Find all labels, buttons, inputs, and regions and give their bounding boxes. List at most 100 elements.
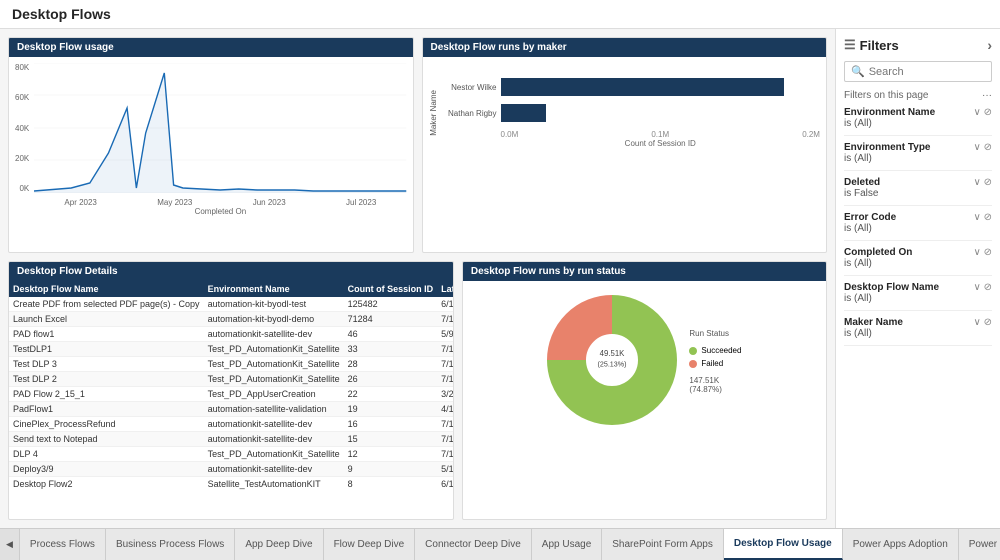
- search-icon: 🔍: [851, 65, 865, 78]
- filter-icons-5[interactable]: ∨ ⊘: [974, 282, 992, 293]
- svg-text:49.51K: 49.51K: [600, 350, 626, 359]
- bar-label-1: Nathan Rigby: [442, 109, 497, 118]
- filters-menu-icon[interactable]: ···: [982, 90, 992, 101]
- table-cell-2-2: 46: [344, 326, 438, 341]
- filter-header-6: Maker Name ∨ ⊘: [844, 317, 992, 328]
- table-title: Desktop Flow Details: [9, 262, 453, 281]
- search-box[interactable]: 🔍: [844, 61, 992, 82]
- tab-app-usage[interactable]: App Usage: [532, 529, 602, 560]
- filter-icons-2[interactable]: ∨ ⊘: [974, 177, 992, 188]
- usage-chart-title: Desktop Flow usage: [9, 38, 413, 57]
- table-row: Test DLP 2Test_PD_AutomationKit_Satellit…: [9, 371, 453, 386]
- filter-value-4: is (All): [844, 258, 992, 269]
- tab-power-apps-adoption[interactable]: Power Apps Adoption: [843, 529, 959, 560]
- bar-chart: Maker Name Nestor Wilke Nathan Rigby: [429, 63, 821, 163]
- table-cell-5-3: 7/12/2023 5:21:34 AM: [437, 371, 453, 386]
- bar-x-title: Count of Session ID: [442, 139, 821, 148]
- table-cell-3-2: 33: [344, 341, 438, 356]
- pie-title: Desktop Flow runs by run status: [463, 262, 826, 281]
- table-cell-5-2: 26: [344, 371, 438, 386]
- search-input[interactable]: [869, 66, 985, 78]
- tab-power[interactable]: Power: [959, 529, 1000, 560]
- bar-row-0: Nestor Wilke: [442, 78, 821, 96]
- table-cell-1-2: 71284: [344, 311, 438, 326]
- filter-icons-0[interactable]: ∨ ⊘: [974, 107, 992, 118]
- table-cell-4-3: 7/12/2023 4:32:05 AM: [437, 356, 453, 371]
- filter-value-2: is False: [844, 188, 992, 199]
- sidebar-header: ☰ Filters ›: [844, 37, 992, 53]
- filter-icons-6[interactable]: ∨ ⊘: [974, 317, 992, 328]
- filter-item-0: Environment Name ∨ ⊘ is (All): [844, 107, 992, 136]
- legend-failed: Failed: [689, 359, 741, 368]
- table-cell-1-1: automation-kit-byodl-demo: [204, 311, 344, 326]
- filter-value-5: is (All): [844, 293, 992, 304]
- table-cell-0-3: 6/10/2023 4:30:16 AM: [437, 297, 453, 312]
- filter-value-1: is (All): [844, 153, 992, 164]
- filter-title-5: Desktop Flow Name: [844, 282, 939, 293]
- table-header-row: Desktop Flow Name Environment Name Count…: [9, 281, 453, 297]
- table-cell-6-0: PAD Flow 2_15_1: [9, 386, 204, 401]
- table-body: Create PDF from selected PDF page(s) - C…: [9, 297, 453, 491]
- filter-value-0: is (All): [844, 118, 992, 129]
- table-cell-2-3: 5/9/2023 12:04:44 PM: [437, 326, 453, 341]
- content-area: Desktop Flow usage 80K 60K 40K 20K 0K: [0, 29, 835, 528]
- table-row: PAD Flow 2_15_1Test_PD_AppUserCreation22…: [9, 386, 453, 401]
- table-scroll[interactable]: Desktop Flow Name Environment Name Count…: [9, 281, 453, 491]
- filter-title-4: Completed On: [844, 247, 912, 258]
- filter-items: Environment Name ∨ ⊘ is (All) Environmen…: [844, 107, 992, 346]
- legend-succeeded: Succeeded: [689, 346, 741, 355]
- table-cell-8-2: 16: [344, 416, 438, 431]
- table-cell-9-0: Send text to Notepad: [9, 431, 204, 446]
- tab-business-process-flows[interactable]: Business Process Flows: [106, 529, 235, 560]
- table-cell-11-1: automationkit-satellite-dev: [204, 461, 344, 476]
- pie-container: 49.51K (25.13%) Run Status Succeeded: [469, 287, 820, 437]
- table-row: TestDLP1Test_PD_AutomationKit_Satellite3…: [9, 341, 453, 356]
- tab-app-deep-dive[interactable]: App Deep Dive: [235, 529, 323, 560]
- filter-icon: ☰: [844, 37, 856, 53]
- tab-nav-prev[interactable]: ◀: [0, 529, 20, 560]
- table-cell-9-1: automationkit-satellite-dev: [204, 431, 344, 446]
- table-cell-7-3: 4/11/2023 9:40:26 AM: [437, 401, 453, 416]
- table-cell-4-2: 28: [344, 356, 438, 371]
- filter-icons-1[interactable]: ∨ ⊘: [974, 142, 992, 153]
- sidebar-close-button[interactable]: ›: [987, 37, 992, 53]
- filter-header-4: Completed On ∨ ⊘: [844, 247, 992, 258]
- filter-value-6: is (All): [844, 328, 992, 339]
- tab-flow-deep-dive[interactable]: Flow Deep Dive: [324, 529, 416, 560]
- x-axis-title: Completed On: [34, 207, 406, 216]
- filter-icons-4[interactable]: ∨ ⊘: [974, 247, 992, 258]
- filter-header-2: Deleted ∨ ⊘: [844, 177, 992, 188]
- col-latest: Latest Completed On: [437, 281, 453, 297]
- table-cell-8-0: CinePlex_ProcessRefund: [9, 416, 204, 431]
- usage-chart-panel: Desktop Flow usage 80K 60K 40K 20K 0K: [8, 37, 414, 253]
- table-row: Desktop Flow2Satellite_TestAutomationKIT…: [9, 476, 453, 491]
- table-cell-12-2: 8: [344, 476, 438, 491]
- filter-icons-3[interactable]: ∨ ⊘: [974, 212, 992, 223]
- table-cell-6-3: 3/24/2023 4:59:15 AM: [437, 386, 453, 401]
- table-cell-1-3: 7/14/2023 6:09:13 PM: [437, 311, 453, 326]
- table-cell-0-2: 125482: [344, 297, 438, 312]
- filter-item-5: Desktop Flow Name ∨ ⊘ is (All): [844, 282, 992, 311]
- bar-row-1: Nathan Rigby: [442, 104, 821, 122]
- tab-desktop-flow-usage[interactable]: Desktop Flow Usage: [724, 529, 843, 560]
- filter-header-1: Environment Type ∨ ⊘: [844, 142, 992, 153]
- tab-process-flows[interactable]: Process Flows: [20, 529, 106, 560]
- bar-y-label: Maker Name: [429, 90, 438, 136]
- data-table: Desktop Flow Name Environment Name Count…: [9, 281, 453, 491]
- table-cell-10-2: 12: [344, 446, 438, 461]
- table-cell-2-0: PAD flow1: [9, 326, 204, 341]
- table-row: PadFlow1automation-satellite-validation1…: [9, 401, 453, 416]
- col-count: Count of Session ID: [344, 281, 438, 297]
- col-env: Environment Name: [204, 281, 344, 297]
- succeeded-dot: [689, 347, 697, 355]
- tab-connector-deep-dive[interactable]: Connector Deep Dive: [415, 529, 532, 560]
- table-row: Deploy3/9automationkit-satellite-dev95/1…: [9, 461, 453, 476]
- filter-title-6: Maker Name: [844, 317, 903, 328]
- table-cell-12-1: Satellite_TestAutomationKIT: [204, 476, 344, 491]
- svg-text:(25.13%): (25.13%): [598, 361, 627, 369]
- table-cell-11-3: 5/10/2023 5:58:05 AM: [437, 461, 453, 476]
- filters-on-page-label: Filters on this page ···: [844, 90, 992, 101]
- table-cell-11-2: 9: [344, 461, 438, 476]
- filter-header-3: Error Code ∨ ⊘: [844, 212, 992, 223]
- tab-sharepoint-form-apps[interactable]: SharePoint Form Apps: [602, 529, 724, 560]
